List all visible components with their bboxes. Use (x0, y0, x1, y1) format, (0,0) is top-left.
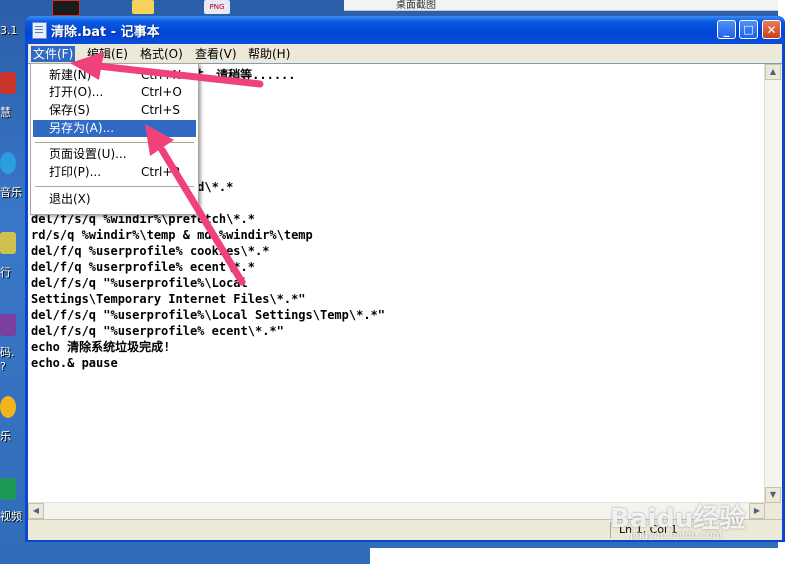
annotation-arrow (94, 62, 264, 88)
annotation-arrows (70, 52, 264, 286)
watermark-url: jingyan.baidu.com (630, 530, 723, 541)
annotation-arrowhead (70, 52, 104, 80)
annotation-arrow (158, 146, 246, 286)
